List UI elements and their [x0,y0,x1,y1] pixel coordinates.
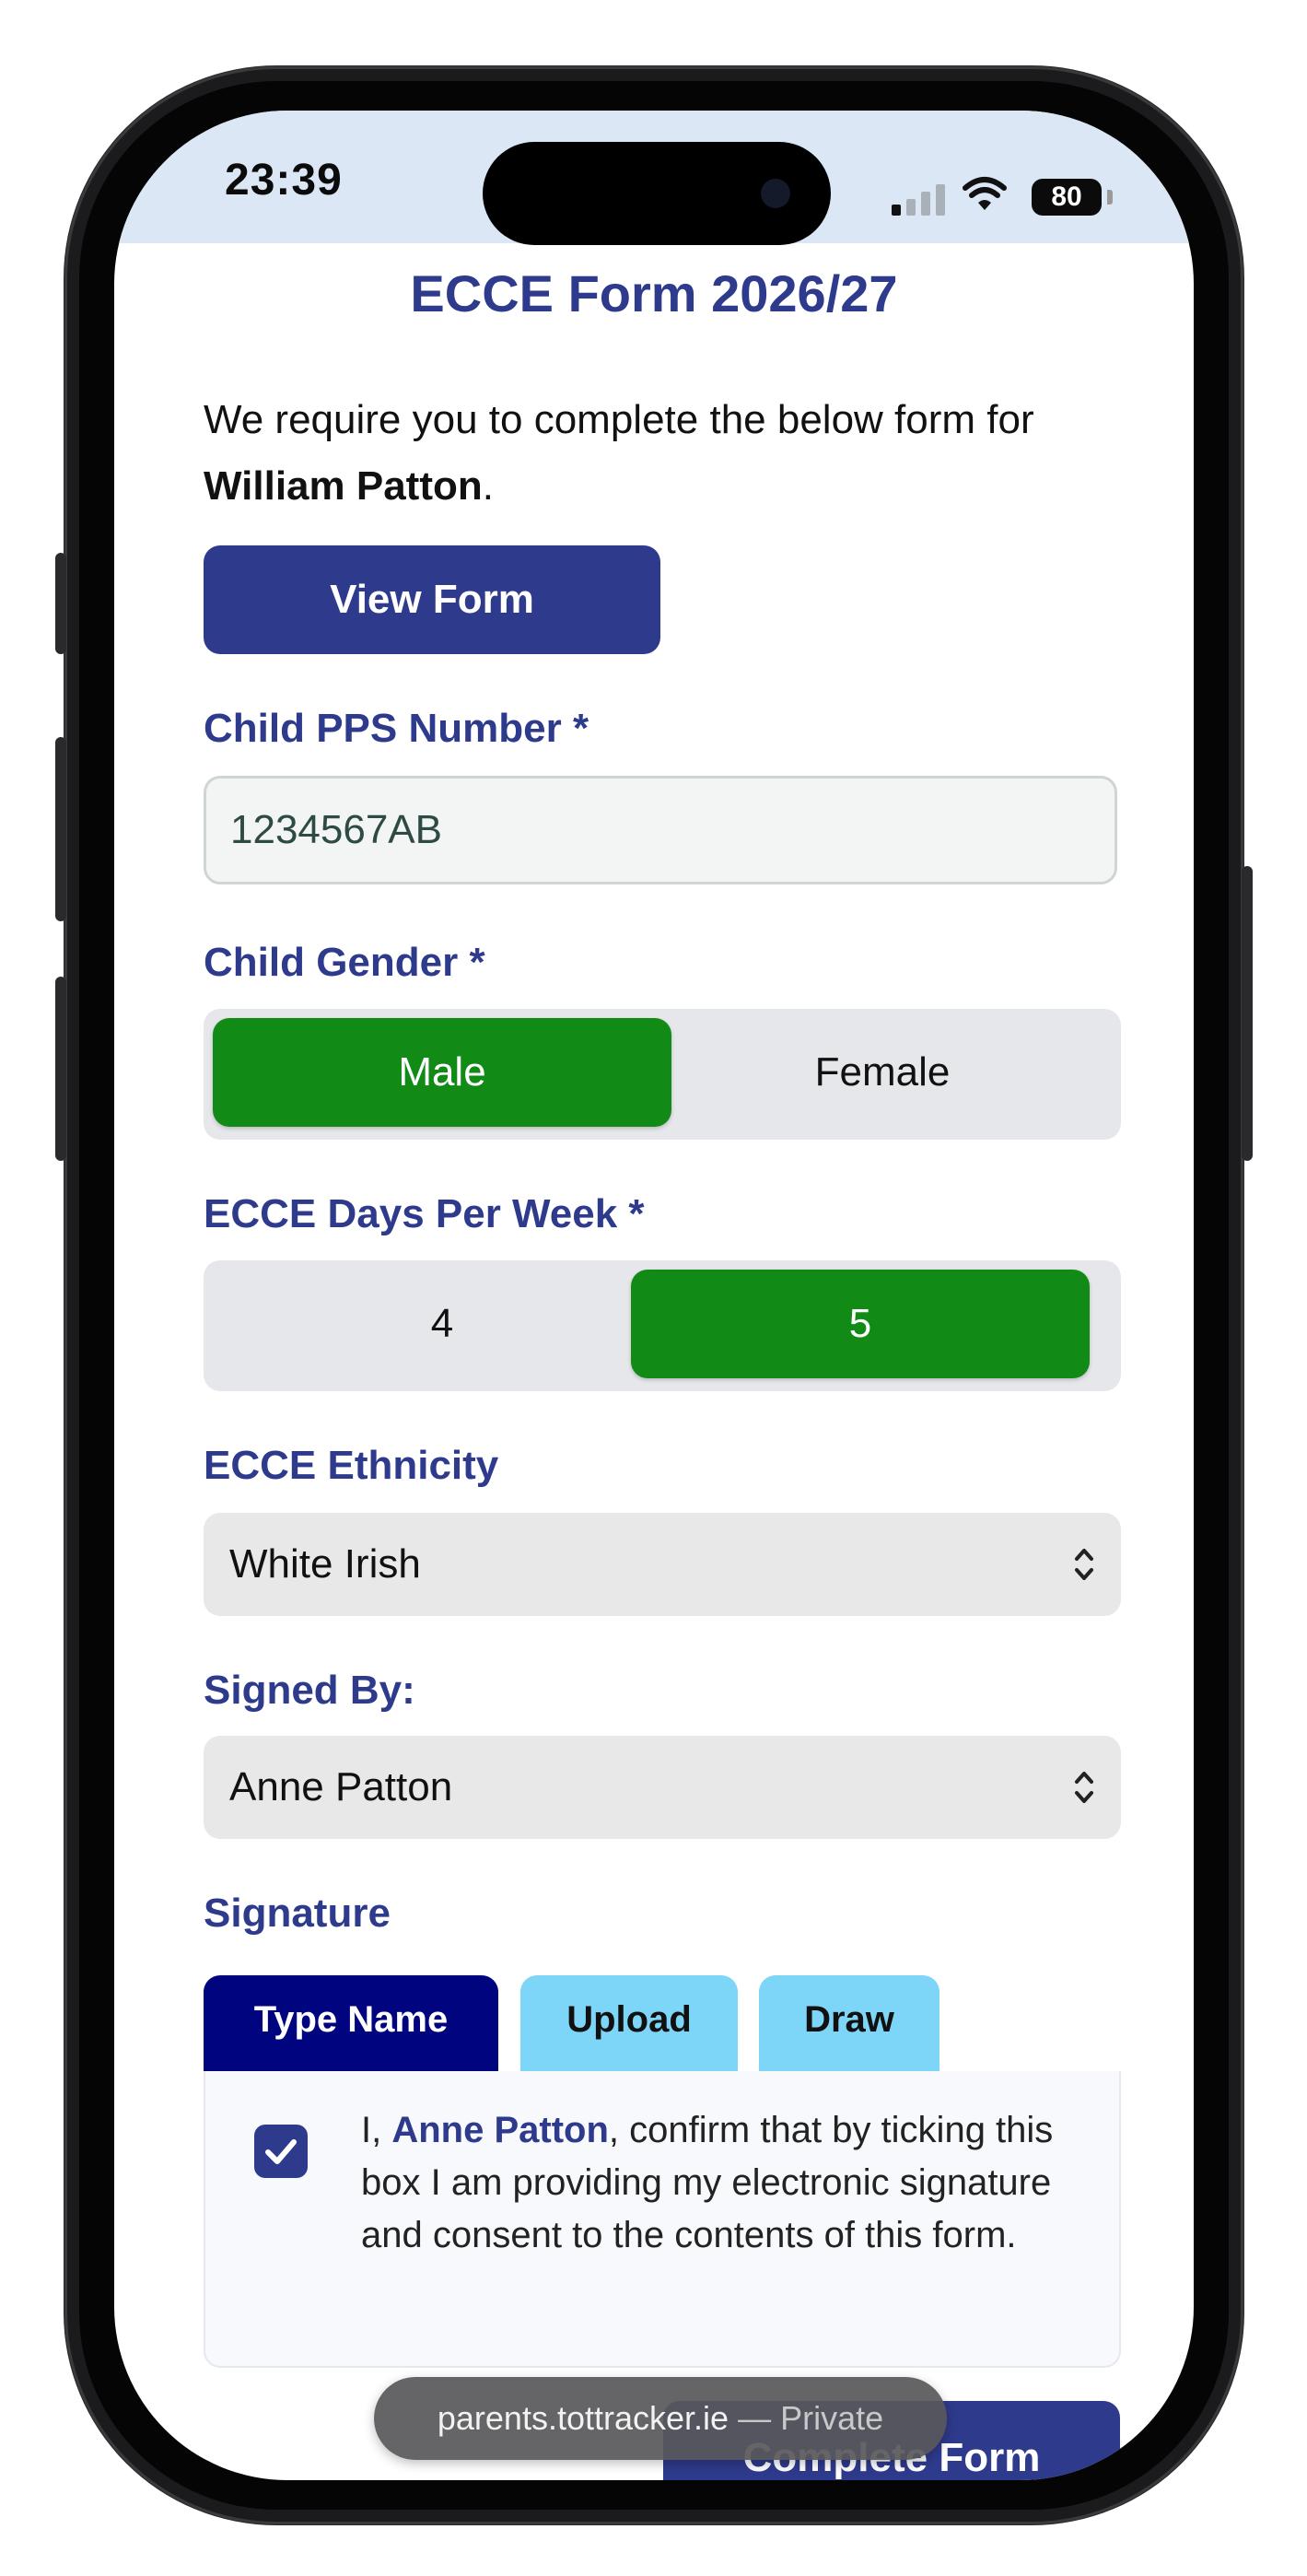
chevron-up-down-icon [1075,1549,1093,1580]
intro-suffix: . [482,463,494,509]
action-button [55,553,66,654]
pps-input[interactable]: 1234567AB [204,776,1117,884]
checkmark-icon [265,2139,297,2164]
gender-option-female[interactable]: Female [653,1018,1112,1127]
url-domain: parents.tottracker.ie [437,2399,729,2437]
pps-label: Child PPS Number * [204,706,589,751]
camera-icon [761,179,790,208]
intro-text: We require you to complete the below for… [204,387,1106,520]
consent-checkbox[interactable] [254,2125,308,2178]
days-label: ECCE Days Per Week * [204,1191,645,1236]
chevron-up-down-icon [1075,1772,1093,1803]
ethnicity-value: White Irish [229,1541,421,1587]
battery-icon: 80 [1032,179,1102,216]
gender-option-male[interactable]: Male [213,1018,671,1127]
consent-signer-name: Anne Patton [391,2110,609,2150]
tab-upload[interactable]: Upload [520,1975,738,2071]
dynamic-island [483,142,831,245]
volume-up-button [55,737,66,921]
status-time: 23:39 [225,156,343,205]
gender-label: Child Gender * [204,940,485,985]
ethnicity-label: ECCE Ethnicity [204,1443,499,1488]
days-option-4[interactable]: 4 [213,1270,671,1378]
battery-level: 80 [1051,181,1082,212]
consent-text: I, Anne Patton, confirm that by ticking … [361,2104,1079,2262]
volume-down-button [55,977,66,1161]
days-option-5[interactable]: 5 [631,1270,1090,1378]
signed-by-value: Anne Patton [229,1764,453,1809]
child-name: William Patton [204,463,483,509]
browser-url-pill[interactable]: parents.tottracker.ie — Private [374,2377,947,2460]
gender-toggle: Male Female [204,1009,1121,1140]
consent-prefix: I, [361,2110,392,2150]
url-private-label: — Private [738,2399,884,2437]
signature-label: Signature [204,1891,391,1936]
power-button [1242,866,1253,1161]
ethnicity-select[interactable]: White Irish [204,1513,1121,1616]
wifi-icon [963,177,1007,210]
page-title: ECCE Form 2026/27 [410,264,898,322]
signed-by-select[interactable]: Anne Patton [204,1736,1121,1839]
intro-prefix: We require you to complete the below for… [204,397,1034,442]
cellular-signal-icon [892,182,947,216]
phone-screen: 23:39 80 ECCE Form 2026/27 We require yo… [114,111,1194,2480]
signed-by-label: Signed By: [204,1668,415,1713]
view-form-button[interactable]: View Form [204,545,660,654]
tab-type-name[interactable]: Type Name [204,1975,498,2071]
tab-draw[interactable]: Draw [759,1975,939,2071]
battery-cap [1107,190,1113,205]
days-toggle: 4 5 [204,1260,1121,1391]
